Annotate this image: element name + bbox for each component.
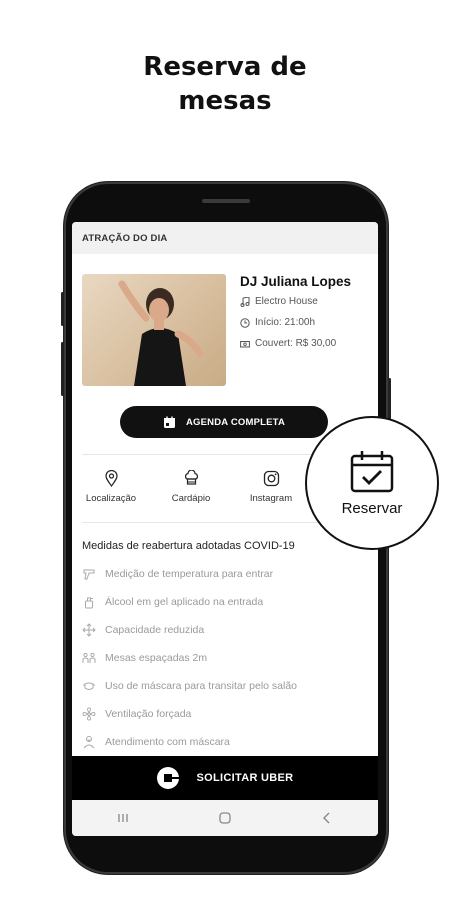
artist-start: Início: 21:00h: [255, 317, 316, 328]
instagram-icon: [263, 470, 279, 487]
uber-button-label: SOLICITAR UBER: [196, 772, 294, 784]
money-icon: [240, 340, 250, 347]
start-line: Início: 21:00h: [240, 317, 315, 328]
face-mask-icon: [83, 682, 95, 690]
measure-label: Capacidade reduzida: [105, 624, 205, 636]
artist-photo-illustration: [118, 280, 204, 386]
uber-button[interactable]: SOLICITAR UBER: [72, 756, 378, 800]
measure-label: Uso de máscara para transitar pelo salão: [105, 680, 298, 692]
couvert-line: Couvert: R$ 30,00: [240, 338, 336, 349]
measure-item: Medição de temperatura para entrar: [82, 560, 372, 588]
headline-line-1: Reserva de: [143, 52, 307, 82]
artist-card[interactable]: DJ Juliana Lopes Electro House Início: 2…: [82, 274, 372, 386]
measure-label: Mesas espaçadas 2m: [105, 652, 208, 664]
calendar-check-icon: [350, 450, 394, 492]
headline-line-2: mesas: [178, 86, 272, 116]
measure-item: Álcool em gel aplicado na entrada: [82, 588, 372, 616]
masked-staff-icon: [83, 736, 95, 749]
measure-item: Uso de máscara para transitar pelo salão: [82, 672, 372, 700]
thermometer-gun-icon: [83, 569, 95, 580]
measure-item: Mesas espaçadas 2m: [82, 644, 372, 672]
measure-item: Atendimento com máscara: [82, 728, 372, 756]
agenda-button-label: AGENDA COMPLETA: [185, 416, 286, 428]
agenda-button[interactable]: AGENDA COMPLETA: [120, 406, 328, 438]
people-distance-icon: [82, 652, 96, 663]
section-header: ATRAÇÃO DO DIA: [72, 222, 378, 254]
covid-measures-list: Medição de temperatura para entrar Álcoo…: [82, 560, 372, 756]
phone-volume-button: [61, 292, 64, 326]
action-menu-label: Cardápio: [171, 493, 211, 504]
artist-genre: Electro House: [255, 296, 318, 307]
measure-label: Ventilação forçada: [105, 708, 192, 720]
action-menu[interactable]: Cardápio: [156, 470, 226, 504]
location-pin-icon: [104, 470, 118, 487]
artist-couvert: Couvert: R$ 30,00: [255, 338, 337, 349]
sanitizer-icon: [85, 597, 93, 609]
recent-apps-icon[interactable]: [116, 811, 130, 825]
uber-logo-icon: [156, 767, 179, 789]
measure-item: Capacidade reduzida: [82, 616, 372, 644]
music-note-icon: [240, 296, 250, 307]
reduced-capacity-icon: [82, 623, 96, 637]
measure-label: Álcool em gel aplicado na entrada: [105, 596, 264, 608]
action-location-label: Localização: [85, 493, 137, 504]
artist-photo: [82, 274, 226, 386]
action-location[interactable]: Localização: [76, 470, 146, 504]
phone-side-button: [61, 342, 64, 396]
reservar-label: Reservar: [341, 499, 403, 517]
action-instagram-label: Instagram: [249, 493, 293, 504]
calendar-icon: [163, 416, 175, 428]
phone-speaker: [202, 199, 250, 203]
artist-name: DJ Juliana Lopes: [240, 274, 352, 289]
genre-line: Electro House: [240, 296, 318, 307]
system-navbar: [72, 800, 378, 836]
measure-item: Ventilação forçada: [82, 700, 372, 728]
ventilation-fan-icon: [82, 707, 96, 721]
action-instagram[interactable]: Instagram: [236, 470, 306, 504]
reservar-button[interactable]: Reservar: [305, 416, 439, 550]
home-icon[interactable]: [218, 811, 232, 825]
clock-icon: [240, 317, 250, 328]
page-headline: Reserva de mesas: [0, 50, 450, 118]
measure-label: Atendimento com máscara: [105, 736, 230, 748]
back-icon[interactable]: [320, 811, 334, 825]
measure-label: Medição de temperatura para entrar: [105, 568, 274, 580]
chef-hat-icon: [184, 470, 198, 485]
covid-title: Medidas de reabertura adotadas COVID-19: [82, 540, 295, 552]
